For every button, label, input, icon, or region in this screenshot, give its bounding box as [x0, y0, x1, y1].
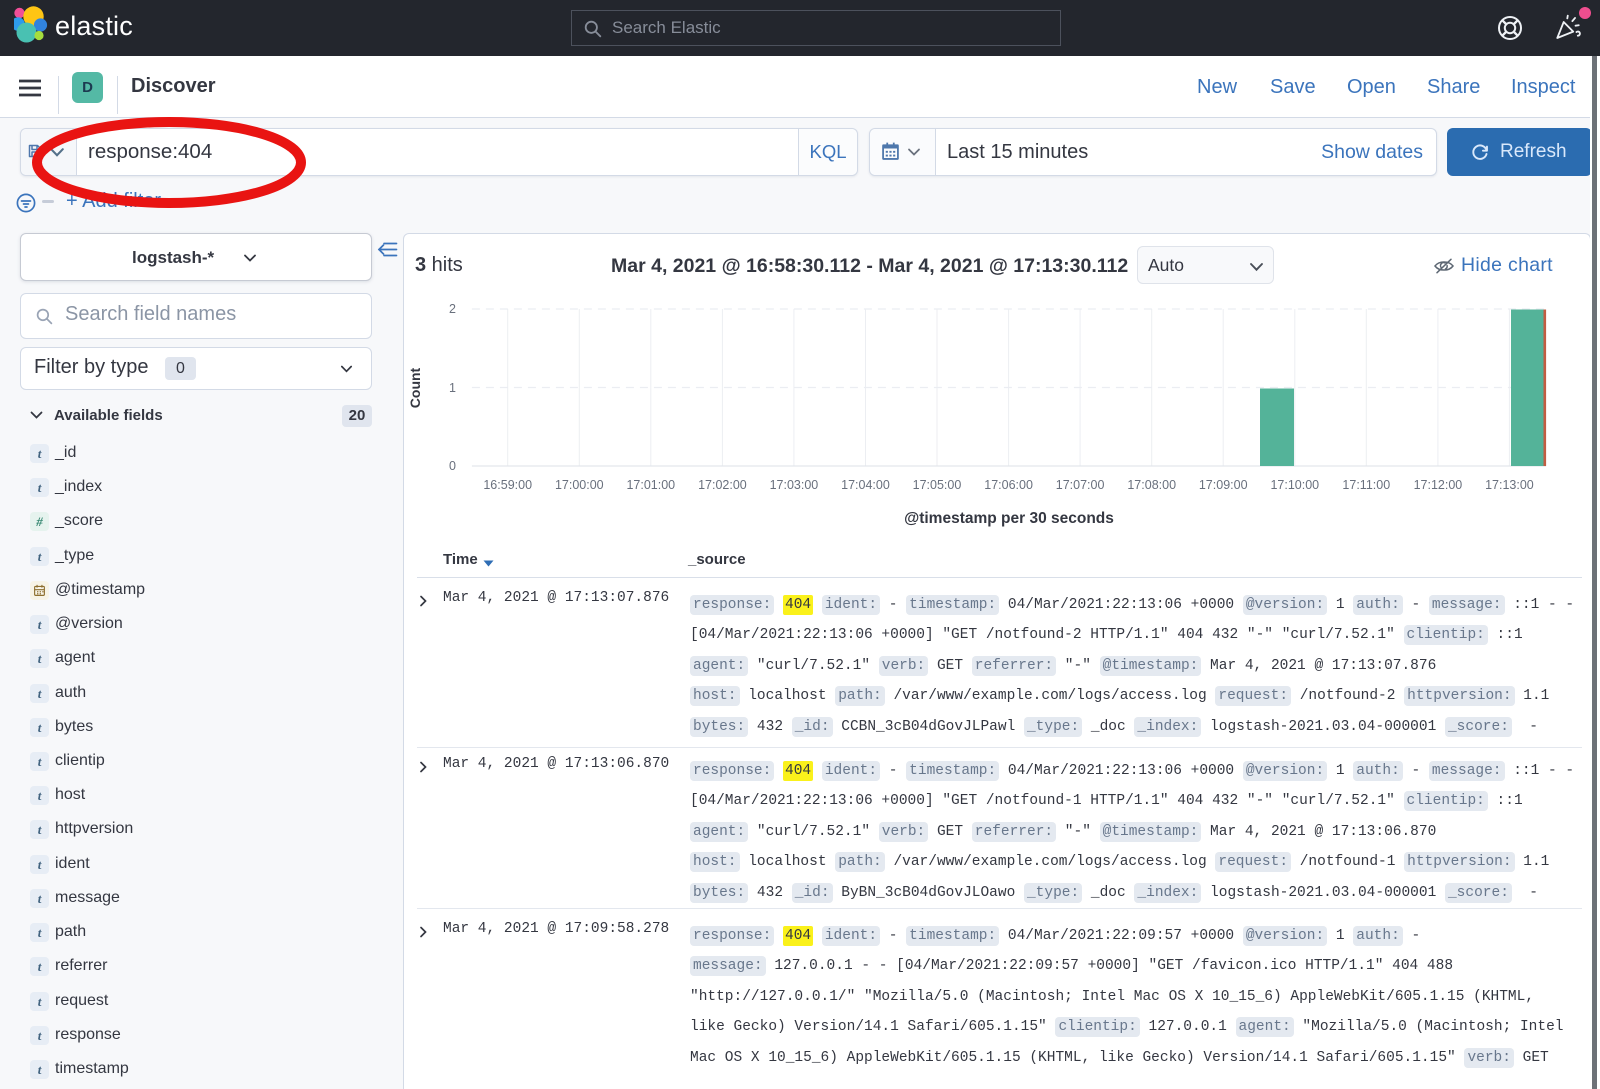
svg-text:17:02:00: 17:02:00	[698, 478, 747, 492]
svg-text:17:08:00: 17:08:00	[1127, 478, 1176, 492]
svg-text:17:05:00: 17:05:00	[913, 478, 962, 492]
svg-text:Count: Count	[407, 367, 423, 408]
svg-text:17:12:00: 17:12:00	[1414, 478, 1463, 492]
svg-text:0: 0	[449, 459, 456, 473]
svg-text:17:01:00: 17:01:00	[626, 478, 675, 492]
svg-text:17:11:00: 17:11:00	[1342, 478, 1390, 492]
svg-text:17:13:00: 17:13:00	[1485, 478, 1534, 492]
svg-text:17:09:00: 17:09:00	[1199, 478, 1248, 492]
svg-text:2: 2	[449, 302, 456, 316]
svg-text:17:06:00: 17:06:00	[984, 478, 1033, 492]
svg-text:17:04:00: 17:04:00	[841, 478, 890, 492]
svg-text:17:07:00: 17:07:00	[1056, 478, 1105, 492]
svg-text:1: 1	[449, 381, 456, 395]
svg-text:17:10:00: 17:10:00	[1270, 478, 1319, 492]
svg-text:17:00:00: 17:00:00	[555, 478, 604, 492]
svg-text:17:03:00: 17:03:00	[770, 478, 819, 492]
svg-text:16:59:00: 16:59:00	[483, 478, 532, 492]
